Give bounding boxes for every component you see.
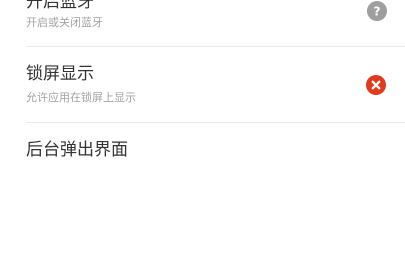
- close-icon: [366, 75, 386, 95]
- permission-item-subtitle: 开启或关闭蓝牙: [26, 16, 103, 29]
- permission-item-bluetooth[interactable]: 开启蓝牙 开启或关闭蓝牙 ?: [0, 0, 405, 47]
- permission-item-subtitle: 允许应用在锁屏上显示: [26, 91, 136, 104]
- svg-text:?: ?: [374, 5, 381, 19]
- permission-item-lock-screen[interactable]: 锁屏显示 允许应用在锁屏上显示: [0, 47, 405, 123]
- permission-item-title: 开启蓝牙: [26, 0, 94, 12]
- question-icon: ?: [367, 1, 387, 21]
- permission-settings-screen: 开启蓝牙 开启或关闭蓝牙 ? 锁屏显示 允许应用在锁屏上显示 后台弹出界面: [0, 0, 405, 270]
- permission-item-title: 锁屏显示: [26, 64, 94, 84]
- permission-item-background-popup[interactable]: 后台弹出界面: [0, 123, 405, 183]
- permission-item-title: 后台弹出界面: [26, 140, 128, 160]
